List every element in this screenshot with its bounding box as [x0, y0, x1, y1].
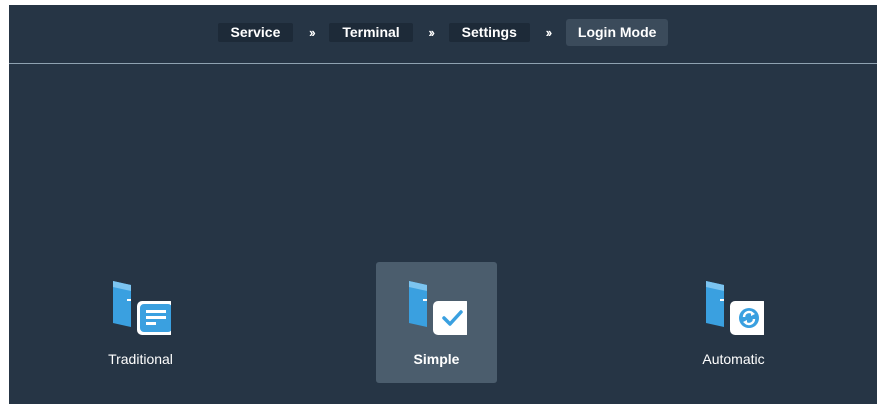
mode-simple-label: Simple — [413, 351, 460, 367]
login-mode-panel: Service ›› Terminal ›› Settings ›› Login… — [9, 5, 877, 404]
breadcrumb-separator-icon: ›› — [309, 24, 316, 40]
mode-traditional-button[interactable]: Traditional — [80, 262, 201, 383]
mode-automatic-button[interactable]: Automatic — [673, 262, 794, 383]
header-bar: Service ›› Terminal ›› Settings ›› Login… — [9, 5, 877, 64]
breadcrumb-separator-icon: ›› — [428, 24, 435, 40]
mode-automatic-label: Automatic — [702, 351, 765, 367]
breadcrumb-service[interactable]: Service — [217, 22, 294, 42]
breadcrumb: Service ›› Terminal ›› Settings ›› Login… — [9, 18, 877, 46]
mode-simple-button[interactable]: Simple — [376, 262, 497, 383]
breadcrumb-terminal[interactable]: Terminal — [329, 22, 413, 42]
mode-traditional-label: Traditional — [108, 351, 173, 367]
login-automatic-icon — [706, 281, 764, 335]
breadcrumb-login-mode: Login Mode — [565, 18, 669, 46]
breadcrumb-settings[interactable]: Settings — [448, 22, 530, 42]
login-simple-icon — [409, 281, 467, 335]
login-traditional-icon — [113, 281, 171, 335]
breadcrumb-separator-icon: ›› — [545, 24, 553, 40]
